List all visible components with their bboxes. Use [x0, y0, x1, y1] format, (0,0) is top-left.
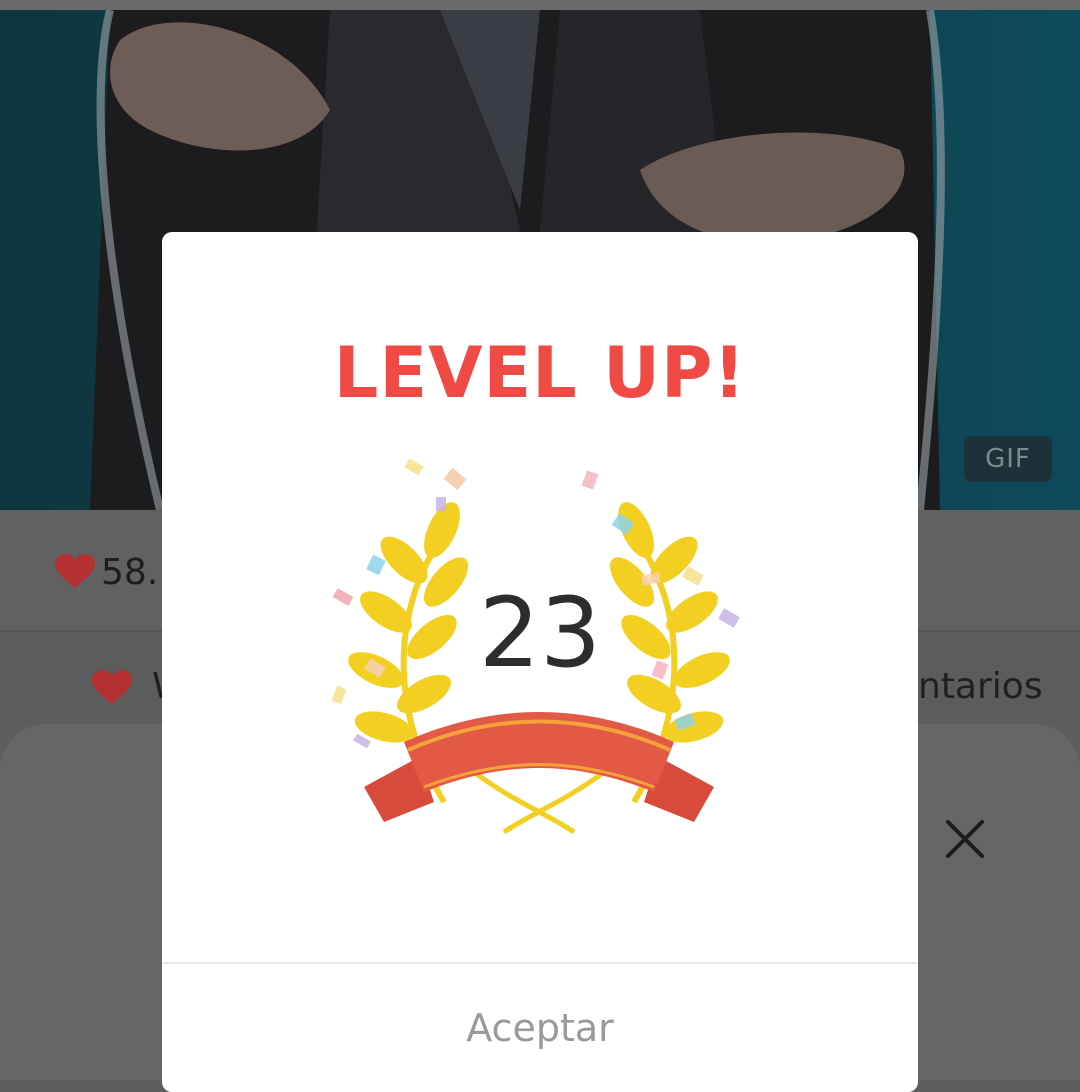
like-count-value: 58.: [101, 551, 159, 593]
status-strip: [0, 0, 1080, 10]
like-count: 58.: [55, 551, 159, 593]
dialog-title: LEVEL UP!: [333, 332, 747, 414]
close-icon[interactable]: [944, 818, 986, 860]
accept-button[interactable]: Aceptar: [162, 964, 918, 1092]
level-number: 23: [478, 577, 602, 689]
gif-badge: GIF: [964, 436, 1052, 482]
heart-icon: [55, 554, 95, 588]
like-button[interactable]: [92, 670, 132, 706]
comments-label[interactable]: ntarios: [918, 666, 1043, 707]
level-up-dialog: LEVEL UP! 23 Aceptar: [162, 232, 918, 1092]
